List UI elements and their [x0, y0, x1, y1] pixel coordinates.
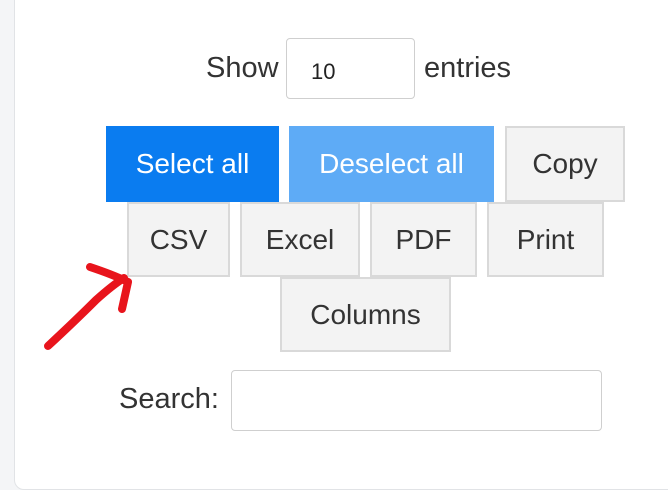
red-hand-drawn-arrow-icon: [44, 263, 132, 350]
